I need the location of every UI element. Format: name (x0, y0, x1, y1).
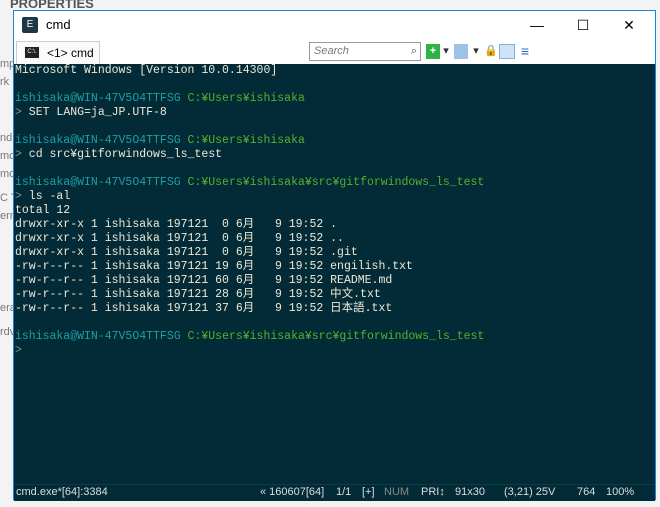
search-placeholder: Search (314, 45, 349, 57)
conemu-window: E cmd — ☐ ✕ C:\. <1> cmd Search ⌕ + ▾ ▾ 🔒… (13, 10, 656, 501)
console-line: total 12 (15, 204, 70, 218)
prompt-marker: > (15, 344, 22, 357)
title-bar[interactable]: E cmd — ☐ ✕ (14, 11, 655, 41)
status-cursor: (3,21) 25V (504, 486, 556, 498)
status-page: 1/1 (336, 486, 352, 498)
console-line: -rw-r--r-- 1 ishisaka 197121 19 6月 9 19:… (15, 260, 413, 274)
prompt-user: ishisaka@WIN-47V5O4TTFSG (15, 92, 181, 105)
console-line: ishisaka@WIN-47V5O4TTFSG C:¥Users¥ishisa… (15, 134, 305, 148)
prompt-user: ishisaka@WIN-47V5O4TTFSG (15, 176, 181, 189)
prompt-path: C:¥Users¥ishisaka (187, 134, 305, 147)
background-fragment: mo (0, 168, 14, 180)
console-text: cd src¥gitforwindows_ls_test (21, 148, 223, 161)
background-fragment: rk (0, 76, 10, 88)
background-fragment: mo (0, 150, 14, 162)
console-text: -rw-r--r-- 1 ishisaka 197121 19 6月 9 19:… (15, 260, 413, 273)
console-line: > ls -al (15, 190, 70, 204)
console-text: -rw-r--r-- 1 ishisaka 197121 28 6月 9 19:… (15, 288, 381, 301)
status-size[interactable]: 91x30 (455, 485, 485, 500)
status-pid: 764 (577, 486, 596, 498)
console-icon: C:\. (25, 47, 39, 58)
status-bar: cmd.exe*[64]:3384 « 160607[64] 1/1 [+] N… (14, 484, 655, 501)
console-line: > SET LANG=ja_JP.UTF-8 (15, 106, 167, 120)
minimize-button[interactable]: — (514, 11, 560, 41)
console-line: ishisaka@WIN-47V5O4TTFSG C:¥Users¥ishisa… (15, 176, 484, 190)
status-zoom[interactable]: 100% (606, 485, 634, 500)
console-line: -rw-r--r-- 1 ishisaka 197121 28 6月 9 19:… (15, 288, 381, 302)
console-text: drwxr-xr-x 1 ishisaka 197121 0 6月 9 19:5… (15, 218, 338, 231)
app-icon: E (22, 17, 38, 33)
menu-icon[interactable]: ≡ (518, 44, 532, 59)
console-text: Microsoft Windows [Version 10.0.14300] (15, 64, 278, 77)
prompt-path: C:¥Users¥ishisaka (187, 92, 305, 105)
console-text: -rw-r--r-- 1 ishisaka 197121 60 6月 9 19:… (15, 274, 393, 287)
close-button[interactable]: ✕ (606, 11, 652, 41)
console-line: drwxr-xr-x 1 ishisaka 197121 0 6月 9 19:5… (15, 218, 337, 232)
status-priority[interactable]: PRI↕ (421, 485, 445, 500)
prompt-user: ishisaka@WIN-47V5O4TTFSG (15, 134, 181, 147)
new-console-button[interactable]: + (426, 44, 440, 59)
console-line: > cd src¥gitforwindows_ls_test (15, 148, 222, 162)
status-num: NUM (384, 486, 410, 498)
console-text: drwxr-xr-x 1 ishisaka 197121 0 6月 9 19:5… (15, 232, 344, 245)
console-line: ishisaka@WIN-47V5O4TTFSG C:¥Users¥ishisa… (15, 92, 305, 106)
prompt-marker: > (15, 106, 22, 119)
background-fragment: era (0, 302, 14, 314)
console-list-dropdown-icon[interactable]: ▾ (471, 44, 481, 59)
background-fragment: ern (0, 210, 14, 222)
new-console-dropdown-icon[interactable]: ▾ (441, 44, 451, 59)
maximize-button[interactable]: ☐ (560, 11, 606, 41)
console-text: drwxr-xr-x 1 ishisaka 197121 0 6月 9 19:5… (15, 246, 358, 259)
lock-icon[interactable]: 🔒 (484, 44, 498, 59)
status-plus[interactable]: [+] (362, 485, 375, 500)
console-text: -rw-r--r-- 1 ishisaka 197121 37 6月 9 19:… (15, 302, 393, 315)
console-line: Microsoft Windows [Version 10.0.14300] (15, 64, 277, 78)
prompt-path: C:¥Users¥ishisaka¥src¥gitforwindows_ls_t… (187, 330, 485, 343)
console-line: -rw-r--r-- 1 ishisaka 197121 37 6月 9 19:… (15, 302, 392, 316)
background-fragment: C Te (0, 192, 14, 204)
console-line: drwxr-xr-x 1 ishisaka 197121 0 6月 9 19:5… (15, 246, 358, 260)
tab-label: <1> cmd (47, 46, 94, 60)
prompt-marker: > (15, 190, 22, 203)
status-process[interactable]: cmd.exe*[64]:3384 (16, 485, 108, 500)
split-view-button[interactable] (499, 44, 515, 59)
prompt-user: ishisaka@WIN-47V5O4TTFSG (15, 330, 181, 343)
prompt-marker: > (15, 148, 22, 161)
search-input[interactable]: Search ⌕ (309, 42, 421, 61)
console-line: > (15, 344, 22, 358)
background-fragment: rdv (0, 326, 14, 338)
background-fragment: mp (0, 58, 14, 70)
prompt-path: C:¥Users¥ishisaka¥src¥gitforwindows_ls_t… (187, 176, 485, 189)
console-line: -rw-r--r-- 1 ishisaka 197121 60 6月 9 19:… (15, 274, 392, 288)
search-icon: ⌕ (410, 45, 417, 57)
console-output[interactable]: Microsoft Windows [Version 10.0.14300] is… (14, 64, 655, 484)
console-list-button[interactable] (454, 44, 468, 59)
tab-cmd[interactable]: C:\. <1> cmd (16, 41, 100, 64)
console-text: ls -al (21, 190, 71, 203)
background-fragment: nd (0, 132, 13, 144)
console-line: drwxr-xr-x 1 ishisaka 197121 0 6月 9 19:5… (15, 232, 344, 246)
window-title: cmd (46, 17, 71, 32)
console-line: ishisaka@WIN-47V5O4TTFSG C:¥Users¥ishisa… (15, 330, 484, 344)
console-text: SET LANG=ja_JP.UTF-8 (21, 106, 167, 119)
status-build: « 160607[64] (260, 486, 325, 498)
console-text: total 12 (15, 204, 71, 217)
tab-bar: C:\. <1> cmd Search ⌕ + ▾ ▾ 🔒 ≡ (14, 41, 655, 64)
